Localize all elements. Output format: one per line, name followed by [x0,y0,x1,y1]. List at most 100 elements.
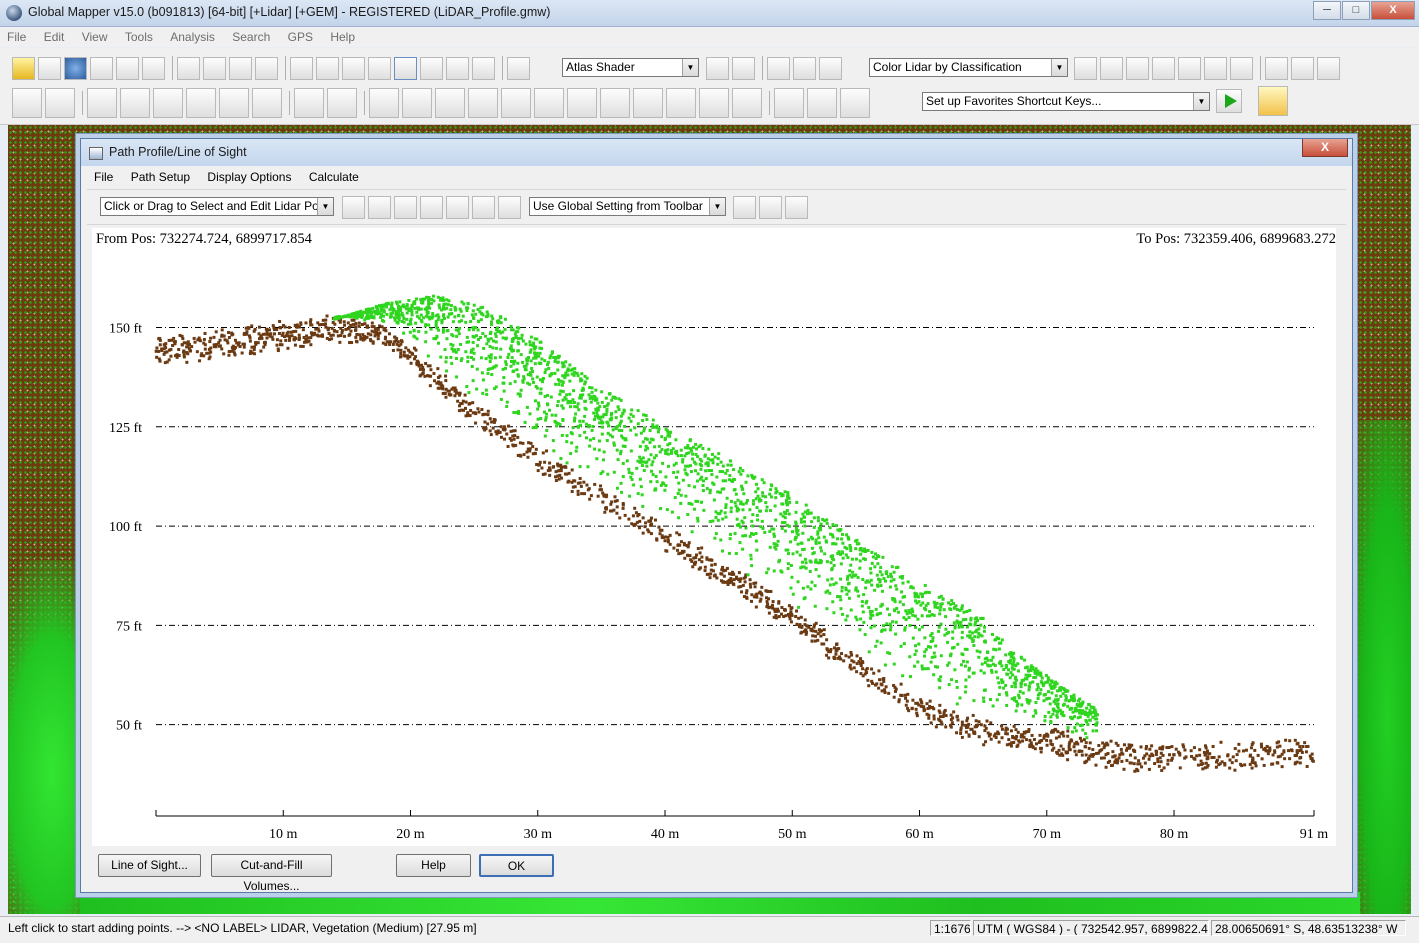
ok-button[interactable]: OK [479,854,554,877]
zoom-in-icon[interactable] [177,56,200,80]
combine-icon[interactable] [600,88,630,118]
vertex-select-icon[interactable] [294,88,324,118]
lidar-filter-icon[interactable] [785,195,808,219]
building-class-icon[interactable] [1178,56,1201,80]
ground-class-icon[interactable] [1074,56,1097,80]
grid-icon[interactable] [252,88,282,118]
run-favorite-button[interactable] [1216,89,1242,113]
dialog-menu-path-setup[interactable]: Path Setup [124,168,197,184]
ground-class-icon[interactable] [342,195,365,219]
watershed-icon[interactable] [120,88,150,118]
home-icon[interactable] [255,56,278,80]
cross-section-icon[interactable] [153,88,183,118]
create-line-icon[interactable] [45,88,75,118]
zoom-tool-icon[interactable] [290,56,313,80]
grid-dots-icon[interactable] [819,56,842,80]
wrench-icon[interactable] [759,195,782,219]
close-button[interactable]: X [1371,1,1415,20]
ground-point [1177,750,1181,754]
menu-analysis[interactable]: Analysis [163,27,222,44]
dropdown-icon[interactable] [472,56,495,80]
display-setting-select[interactable]: Use Global Setting from Toolbar ▼ [529,197,726,216]
powerline-class-icon[interactable] [472,195,495,219]
lidar-filter-icon[interactable] [1291,56,1314,80]
delete-points-icon[interactable] [733,195,756,219]
overlay-control-icon[interactable] [90,56,113,80]
film-icon[interactable] [793,56,816,80]
measure-icon[interactable] [342,56,365,80]
lidar-color-select[interactable]: Color Lidar by Classification ▼ [869,58,1068,77]
ground-point [1157,764,1161,768]
3d-view-icon[interactable] [732,56,755,80]
water-class-icon[interactable] [1230,56,1253,80]
scale-icon[interactable] [567,88,597,118]
vertex-move-icon[interactable] [327,88,357,118]
zoom-out-icon[interactable] [203,56,226,80]
dialog-menu-display-options[interactable]: Display Options [200,168,298,184]
merge-icon[interactable] [666,88,696,118]
split-icon[interactable] [468,88,498,118]
edit-mode-select[interactable]: Click or Drag to Select and Edit Lidar P… [100,197,334,216]
path-profile-icon[interactable] [394,56,417,80]
binoculars-icon[interactable] [507,56,530,80]
auto-ground-icon[interactable] [1265,56,1288,80]
line-of-sight-button[interactable]: Line of Sight... [98,854,201,877]
water-class-icon[interactable] [498,195,521,219]
edit-line-icon[interactable] [369,88,399,118]
favorites-select[interactable]: Set up Favorites Shortcut Keys... ▼ [922,92,1210,111]
menu-view[interactable]: View [75,27,115,44]
help-button[interactable]: Help [396,854,471,877]
view-shed-icon[interactable] [420,56,443,80]
extend-icon[interactable] [807,88,837,118]
create-area-icon[interactable] [12,88,42,118]
flag-icon[interactable] [767,56,790,80]
powerline-class-icon[interactable] [1204,56,1227,80]
reshape-icon[interactable] [435,88,465,118]
color-grid-icon[interactable] [1317,56,1340,80]
contour-icon[interactable] [87,88,117,118]
menu-search[interactable]: Search [225,27,277,44]
join-icon[interactable] [501,88,531,118]
dialog-close-button[interactable]: X [1302,139,1348,157]
maximize-button[interactable]: □ [1342,1,1370,20]
smooth-icon[interactable] [699,88,729,118]
menu-tools[interactable]: Tools [118,27,160,44]
3d-code-icon[interactable] [186,88,216,118]
menu-gps[interactable]: GPS [281,27,320,44]
buffer-icon[interactable] [219,88,249,118]
rotate-icon[interactable] [534,88,564,118]
feature-info-icon[interactable] [368,56,391,80]
undo-icon[interactable] [840,88,870,118]
shader-settings-icon[interactable] [706,56,729,80]
snap-icon[interactable] [774,88,804,118]
building-class-icon[interactable] [446,195,469,219]
menu-help[interactable]: Help [323,27,362,44]
low-veg-class-icon[interactable] [1100,56,1123,80]
tools-icon[interactable] [142,56,165,80]
cut-fill-volumes-button[interactable]: Cut-and-Fill Volumes... [211,854,332,893]
profile-plot[interactable]: From Pos: 732274.724, 6899717.854 To Pos… [92,228,1336,846]
minimize-button[interactable]: ─ [1313,1,1341,20]
config-icon[interactable] [116,56,139,80]
menu-file[interactable]: File [0,27,33,44]
high-veg-class-icon[interactable] [1152,56,1175,80]
zoom-layer-icon[interactable] [229,56,252,80]
vegetation-point [968,630,972,634]
pan-hand-icon[interactable] [316,56,339,80]
shader-select[interactable]: Atlas Shader ▼ [562,58,699,77]
save-icon[interactable] [38,56,61,80]
high-veg-class-icon[interactable] [420,195,443,219]
medium-veg-class-icon[interactable] [394,195,417,219]
digitizer-icon[interactable] [446,56,469,80]
simplify-icon[interactable] [732,88,762,118]
dialog-menu-file[interactable]: File [87,168,120,184]
edit-area-icon[interactable] [402,88,432,118]
image-icon[interactable] [1258,86,1288,116]
medium-veg-class-icon[interactable] [1126,56,1149,80]
dialog-menu-calculate[interactable]: Calculate [302,168,366,184]
low-veg-class-icon[interactable] [368,195,391,219]
online-data-icon[interactable] [64,56,87,80]
open-folder-icon[interactable] [12,56,35,80]
menu-edit[interactable]: Edit [37,27,72,44]
cut-icon[interactable] [633,88,663,118]
